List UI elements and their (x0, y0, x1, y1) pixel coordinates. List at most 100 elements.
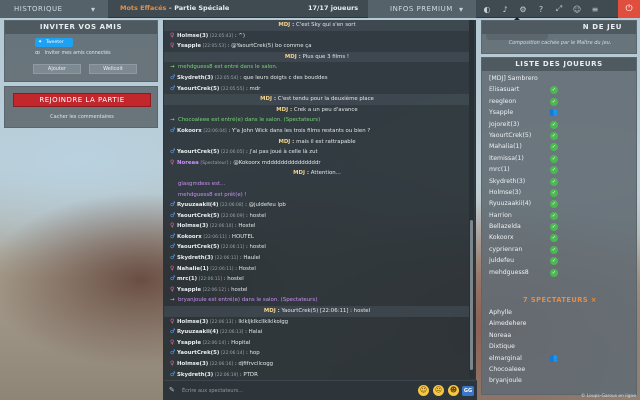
player-name: Itemissa(1) (489, 154, 524, 162)
wellcoit-button[interactable]: Wellcoit (89, 64, 137, 74)
message-author[interactable]: Holmse(3) (177, 223, 208, 229)
add-button[interactable]: Ajouter (33, 64, 81, 74)
message-author[interactable]: Skydreth(3) (177, 75, 213, 81)
history-tab[interactable]: HISTORIQUE ▾ (0, 0, 108, 18)
close-icon[interactable]: × (591, 296, 597, 304)
player-item[interactable]: Kokoorx ✓ (482, 232, 638, 243)
player-item[interactable]: Bellazelda ✓ (482, 221, 638, 232)
message-author[interactable]: Kokoorx (177, 234, 202, 240)
chat-input[interactable]: Écrire aux spectateurs... (182, 388, 243, 394)
spectator-name: Aimedehere (489, 320, 527, 328)
player-name: cyprienran (489, 245, 523, 253)
message-author[interactable]: YaourtCrek(5) (177, 149, 219, 155)
join-game-button[interactable]: REJOINDRE LA PARTIE (13, 93, 151, 107)
message-author[interactable]: YaourtCrek(5) (177, 350, 219, 356)
message-author[interactable]: Holmse(3) (177, 319, 208, 325)
hide-comments-link[interactable]: Cacher les commentaires (5, 114, 159, 120)
female-icon: ♀ (170, 222, 175, 230)
user-icon[interactable]: ☺ (568, 0, 586, 18)
message-time: [22:06:14] (221, 351, 245, 357)
message-text: : mdr (245, 85, 261, 92)
tweet-button[interactable]: ✦ Tweeter (35, 38, 73, 47)
fullscreen-icon[interactable]: ⤢ (550, 0, 568, 18)
check-icon: ✓ (550, 257, 558, 266)
player-name: Elisasuart (489, 86, 520, 94)
message-author[interactable]: Nahalie(1) (177, 266, 209, 272)
player-item[interactable]: Holmse(3) ✓ (482, 187, 638, 198)
player-item[interactable]: Skydreth(3) ✓ (482, 176, 638, 187)
spectator-item[interactable]: Noreaa (482, 330, 638, 341)
chat-message: ♂ mrc(1) [22:06:11] : hostel (164, 274, 470, 285)
spectator-item[interactable]: bryanjoule (482, 375, 638, 386)
message-author[interactable]: YaourtCrek(5) (177, 244, 219, 250)
chat-message: ♂ Kokoorx [22:06:11] : HOUTEL (164, 232, 470, 243)
male-icon: ♂ (170, 349, 176, 357)
invite-connected-link[interactable]: ꝏ Inviter mes amis connectés (35, 51, 111, 56)
check-icon: ✓ (550, 200, 558, 209)
message-author[interactable]: YaourtCrek(5) (177, 213, 219, 219)
message-author[interactable]: Ryuuzaakii(4) (177, 329, 218, 335)
player-item[interactable]: Jojoreit(3) ✓ (482, 119, 638, 130)
message-text: : @Kokoorx mdddddddddddddddr (229, 159, 321, 166)
message-text: : PTDR (239, 371, 258, 378)
spectator-item[interactable]: Aphylle (482, 307, 638, 318)
message-author[interactable]: Ysapple (177, 287, 201, 293)
message-author[interactable]: Ryuuzaakii(4) (177, 202, 218, 208)
theme-toggle-icon[interactable]: ◐ (478, 0, 496, 18)
message-author[interactable]: Holmse(3) (177, 361, 208, 367)
player-item[interactable]: juldefeu ✓ (482, 255, 638, 266)
player-item[interactable]: mehdguess8 ✓ (482, 267, 638, 278)
message-author[interactable]: Noreaa (177, 160, 199, 166)
message-author[interactable]: mrc(1) (177, 276, 197, 282)
spectator-item[interactable]: Aimedehere (482, 318, 638, 329)
game-mode: Mots Effacés – Partie Spéciale (120, 4, 230, 12)
premium-tab[interactable]: INFOS PREMIUM ▾ (368, 0, 476, 18)
smiley-happy-icon[interactable]: ☺ (418, 385, 429, 396)
player-item[interactable]: [MDJ] Sambrero (482, 73, 638, 84)
player-item[interactable]: Ysapple 👥 (482, 107, 638, 118)
chat-message: ♂ YaourtCrek(5) [22:06:11] : hostel (164, 242, 470, 253)
spectator-item[interactable]: Dixtique (482, 341, 638, 352)
message-time: [22:06:11] (203, 234, 227, 240)
scrollbar-thumb[interactable] (470, 220, 473, 370)
player-item[interactable]: reegleon ✓ (482, 96, 638, 107)
spectator-name: bryanjoule (489, 377, 522, 385)
message-author[interactable]: Skydreth(3) (177, 255, 213, 261)
player-item[interactable]: cyprienran ✓ (482, 244, 638, 255)
gg-button[interactable]: GG (462, 386, 474, 396)
message-author[interactable]: YaourtCrek(5) (177, 86, 219, 92)
player-item[interactable]: Mahalia(1) ✓ (482, 141, 638, 152)
player-item[interactable]: Harrion ✓ (482, 210, 638, 221)
player-item[interactable]: Ryuuzaakii(4) ✓ (482, 198, 638, 209)
smiley-sad-icon[interactable]: ☹ (433, 385, 444, 396)
spectator-item[interactable]: Chocoaleee (482, 364, 638, 375)
mdj-message: MDJ : Plus que 3 films ! (164, 51, 470, 63)
message-author[interactable]: Ysapple (177, 340, 201, 346)
spectator-name: elmarginal (489, 354, 522, 362)
message-time: [22:06:04] (203, 128, 227, 134)
message-author[interactable]: Holmse(3) (177, 33, 208, 39)
message-author[interactable]: Kokoorx (177, 128, 202, 134)
player-item[interactable]: Itemissa(1) ✓ (482, 153, 638, 164)
help-icon[interactable]: ? (532, 0, 550, 18)
message-text: : Halai (245, 329, 263, 336)
power-icon[interactable]: ⏻ (618, 0, 640, 18)
chat-scrollbar[interactable] (469, 20, 474, 378)
male-icon: ♂ (170, 275, 176, 283)
mdj-message: MDJ : mais il est rattrapable (164, 137, 470, 148)
menu-icon[interactable]: ≡ (586, 0, 604, 18)
player-item[interactable]: Elisasuart ✓ (482, 84, 638, 95)
player-item[interactable]: YaourtCrek(5) ✓ (482, 130, 638, 141)
message-time: [22:06:11] (214, 256, 239, 262)
settings-icon[interactable]: ⚙ (514, 0, 532, 18)
smiley-angry-icon[interactable]: ☻ (448, 385, 459, 396)
message-author[interactable]: Skydreth(3) (177, 372, 213, 378)
mdj-message: MDJ : YaourtCrek(5) [22:06:11] : hostel (164, 306, 470, 317)
player-name: Skydreth(3) (489, 177, 526, 185)
check-icon: ✓ (550, 177, 558, 186)
spectator-item[interactable]: elmarginal 👥 (482, 353, 638, 364)
sound-icon[interactable]: ♪ (496, 0, 514, 18)
check-icon: ✓ (550, 154, 558, 163)
player-item[interactable]: mrc(1) ✓ (482, 164, 638, 175)
message-author[interactable]: Ysapple (177, 43, 201, 49)
